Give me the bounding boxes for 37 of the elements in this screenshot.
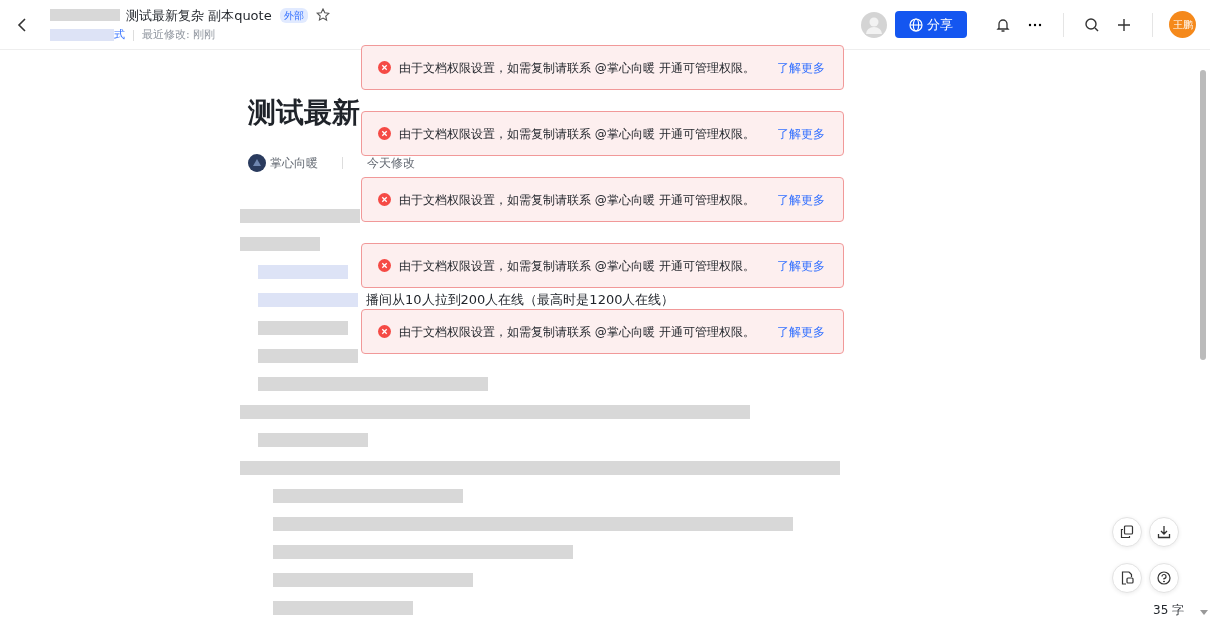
learn-more-link[interactable]: 了解更多 bbox=[777, 124, 825, 143]
redacted-text bbox=[50, 29, 114, 42]
document-text: 播间从10人拉到200人在线（最高时是1200人在线） bbox=[366, 290, 675, 309]
user-avatar[interactable]: 王鹏 bbox=[1169, 11, 1196, 38]
last-modified-text: 最近修改: 刚刚 bbox=[142, 27, 216, 43]
error-icon bbox=[378, 325, 391, 338]
error-icon bbox=[378, 127, 391, 140]
error-icon bbox=[378, 61, 391, 74]
help-icon[interactable] bbox=[1149, 563, 1179, 593]
learn-more-link[interactable]: 了解更多 bbox=[777, 256, 825, 275]
toast-message: 由于文档权限设置，如需复制请联系 @掌心向暖 开通可管理权限。 bbox=[399, 191, 755, 209]
toast-message: 由于文档权限设置，如需复制请联系 @掌心向暖 开通可管理权限。 bbox=[399, 323, 755, 341]
learn-more-link[interactable]: 了解更多 bbox=[777, 58, 825, 77]
error-icon bbox=[378, 259, 391, 272]
author-name[interactable]: 掌心向暖 bbox=[270, 153, 318, 172]
document-icon[interactable] bbox=[1112, 563, 1142, 593]
breadcrumb-link[interactable]: 式 bbox=[114, 27, 125, 44]
error-icon bbox=[378, 193, 391, 206]
redacted-text bbox=[50, 9, 120, 22]
toast-message: 由于文档权限设置，如需复制请联系 @掌心向暖 开通可管理权限。 bbox=[399, 257, 755, 275]
copy-icon[interactable] bbox=[1112, 517, 1142, 547]
toast-message: 由于文档权限设置，如需复制请联系 @掌心向暖 开通可管理权限。 bbox=[399, 125, 755, 143]
learn-more-link[interactable]: 了解更多 bbox=[777, 190, 825, 209]
download-icon[interactable] bbox=[1149, 517, 1179, 547]
dropdown-arrow-icon[interactable] bbox=[1200, 610, 1208, 616]
document-heading: 测试最新 bbox=[248, 96, 361, 130]
document-title: 测试最新复杂 副本quote bbox=[126, 6, 272, 25]
scrollbar-thumb[interactable] bbox=[1200, 70, 1206, 360]
word-count: 35 字 bbox=[1153, 603, 1185, 617]
toast-message: 由于文档权限设置，如需复制请联系 @掌心向暖 开通可管理权限。 bbox=[399, 59, 755, 77]
globe-icon bbox=[909, 17, 923, 32]
learn-more-link[interactable]: 了解更多 bbox=[777, 322, 825, 341]
author-avatar-icon bbox=[248, 153, 266, 172]
external-tag: 外部 bbox=[279, 7, 308, 23]
modified-text: 今天修改 bbox=[367, 154, 415, 172]
share-button[interactable]: 分享 bbox=[895, 11, 967, 38]
star-icon[interactable] bbox=[315, 8, 330, 23]
